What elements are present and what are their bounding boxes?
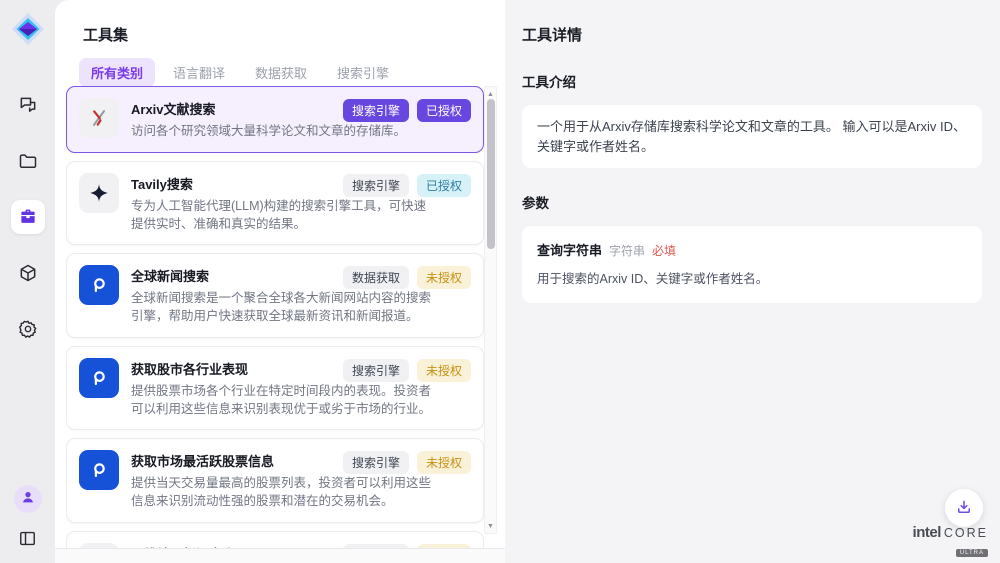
gear-icon xyxy=(18,319,38,339)
tool-card[interactable]: Tavily搜索 专为人工智能代理(LLM)构建的搜索引擎工具，可快速提供实时、… xyxy=(66,161,484,246)
tool-description: 全球新闻搜索是一个聚合全球各大新闻网站内容的搜索引擎，帮助用户快速获取全球最新资… xyxy=(131,290,431,326)
tool-card[interactable]: 获取股市各行业表现 提供股票市场各个行业在特定时间段内的表现。投资者可以利用这些… xyxy=(66,346,484,431)
tab-data-fetch[interactable]: 数据获取 xyxy=(243,58,319,87)
param-type: 字符串 xyxy=(609,242,645,259)
tool-description: 提供当天交易量最高的股票列表，投资者可以利用这些信息来识别流动性强的股票和潜在的… xyxy=(131,475,431,511)
search-app-icon xyxy=(79,450,119,490)
category-tabs: 所有类别语言翻译数据获取搜索引擎 xyxy=(79,58,401,87)
tab-translation[interactable]: 语言翻译 xyxy=(161,58,237,87)
tool-details-panel: 工具详情 工具介绍 一个用于从Arxiv存储库搜索科学论文和文章的工具。 输入可… xyxy=(505,0,1000,563)
tool-description: 提供股票市场各个行业在特定时间段内的表现。投资者可以利用这些信息来识别表现优于或… xyxy=(131,383,431,419)
tool-card-list: Arxiv文献搜索 访问各个研究领域大量科学论文和文章的存储库。 搜索引擎 已授… xyxy=(66,86,484,548)
sparkle-icon xyxy=(79,173,119,213)
intro-text: 一个用于从Arxiv存储库搜索科学论文和文章的工具。 输入可以是Arxiv ID… xyxy=(537,119,966,154)
sidebar-item-chat[interactable] xyxy=(11,88,45,122)
category-badge: 搜索引擎 xyxy=(343,451,409,474)
list-scrollbar[interactable]: ▲ ▼ xyxy=(484,86,497,534)
user-avatar[interactable] xyxy=(14,485,42,513)
arxiv-x-icon xyxy=(79,98,119,138)
toolbox-icon xyxy=(18,207,38,227)
param-name: 查询字符串 xyxy=(537,240,602,259)
category-badge: 搜索引擎 xyxy=(343,99,409,122)
cube-icon xyxy=(18,263,38,283)
tool-description: 访问各个研究领域大量科学论文和文章的存储库。 xyxy=(131,123,431,141)
category-badge: 搜索引擎 xyxy=(343,544,409,548)
search-app-icon xyxy=(79,358,119,398)
auth-status-badge: 未授权 xyxy=(417,266,471,289)
sidebar-rail xyxy=(0,0,55,563)
download-icon xyxy=(955,498,973,519)
intro-heading: 工具介绍 xyxy=(522,71,982,91)
param-description: 用于搜索的Arxiv ID、关键字或作者姓名。 xyxy=(537,268,967,287)
chat-icon xyxy=(18,95,38,115)
parameter-card: 查询字符串 字符串 必填 用于搜索的Arxiv ID、关键字或作者姓名。 xyxy=(522,226,982,303)
page-title: 工具集 xyxy=(83,24,128,45)
params-heading: 参数 xyxy=(522,192,982,212)
search-app-icon xyxy=(79,265,119,305)
folder-icon xyxy=(18,151,38,171)
details-title: 工具详情 xyxy=(522,24,982,45)
intro-box: 一个用于从Arxiv存储库搜索科学论文和文章的工具。 输入可以是Arxiv ID… xyxy=(522,105,982,168)
panel-icon xyxy=(18,529,37,548)
auth-status-badge: 未授权 xyxy=(417,451,471,474)
category-badge: 数据获取 xyxy=(343,266,409,289)
tools-panel: 工具集 所有类别语言翻译数据获取搜索引擎 Arxiv文献搜索 访问各个研究领域大… xyxy=(55,0,505,548)
sidebar-item-settings[interactable] xyxy=(11,312,45,346)
category-badge: 搜索引擎 xyxy=(343,359,409,382)
sidebar-collapse-button[interactable] xyxy=(15,525,41,551)
tool-description: 专为人工智能代理(LLM)构建的搜索引擎工具，可快速提供实时、准确和真实的结果。 xyxy=(131,198,431,234)
tool-card[interactable]: 万维地区新闻查询 查询具体行政区划内的新闻，快速了解各地新闻动态。 搜索引擎 未… xyxy=(66,531,484,548)
tool-card[interactable]: Arxiv文献搜索 访问各个研究领域大量科学论文和文章的存储库。 搜索引擎 已授… xyxy=(66,86,484,153)
brand-core-text: CORE xyxy=(944,526,988,540)
newspaper-icon xyxy=(79,543,119,548)
auth-status-badge: 未授权 xyxy=(417,359,471,382)
sidebar-item-models[interactable] xyxy=(11,256,45,290)
auth-status-badge: 已授权 xyxy=(417,99,471,122)
brand-intel-text: intel xyxy=(913,524,941,541)
sidebar-item-folder[interactable] xyxy=(11,144,45,178)
category-badge: 搜索引擎 xyxy=(343,174,409,197)
tool-card[interactable]: 全球新闻搜索 全球新闻搜索是一个聚合全球各大新闻网站内容的搜索引擎，帮助用户快速… xyxy=(66,253,484,338)
brand-ultra-badge: ULTRA xyxy=(956,549,988,557)
scrollbar-thumb[interactable] xyxy=(487,99,495,249)
param-required-badge: 必填 xyxy=(652,242,676,259)
user-icon xyxy=(20,489,36,510)
scrollbar-down-arrow[interactable]: ▼ xyxy=(485,520,496,532)
intel-core-logo: intel CORE ULTRA xyxy=(913,524,988,559)
tool-card[interactable]: 获取市场最活跃股票信息 提供当天交易量最高的股票列表，投资者可以利用这些信息来识… xyxy=(66,438,484,523)
auth-status-badge: 未授权 xyxy=(417,544,471,548)
tab-search-engine[interactable]: 搜索引擎 xyxy=(325,58,401,87)
auth-status-badge: 已授权 xyxy=(417,174,471,197)
tab-all-categories[interactable]: 所有类别 xyxy=(79,58,155,87)
app-logo xyxy=(9,10,47,48)
download-button[interactable] xyxy=(945,489,983,527)
sidebar-item-toolbox[interactable] xyxy=(11,200,45,234)
